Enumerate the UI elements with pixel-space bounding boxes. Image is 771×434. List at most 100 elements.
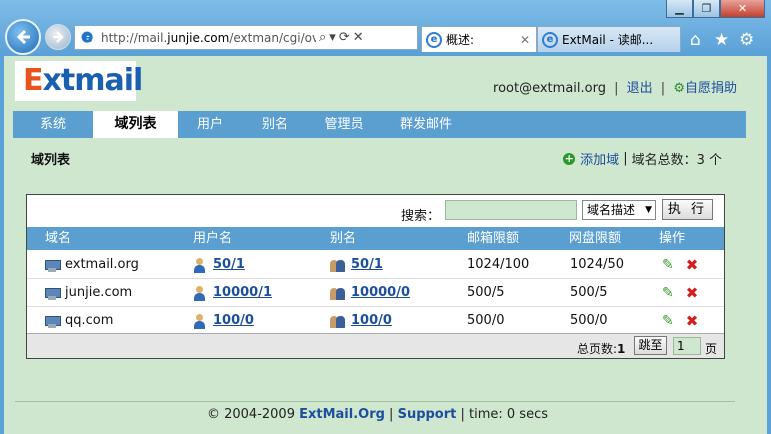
delete-icon[interactable]: ✖ (686, 307, 699, 335)
extmail-org-link[interactable]: ExtMail.Org (299, 407, 385, 422)
nav-domain-list[interactable]: 域列表 (93, 111, 178, 138)
donate-link[interactable]: 自愿捐助 (685, 81, 737, 96)
nav-bulk-mail[interactable]: 群发邮件 (380, 111, 472, 138)
search-execute-button[interactable]: 执 行 (662, 199, 713, 220)
search-row: 搜索： 域名描述 ▼ 执 行 (27, 195, 724, 227)
forward-button[interactable] (45, 24, 71, 50)
close-window-button[interactable]: ✕ (720, 0, 765, 18)
netdisk-quota-cell: 1024/50 (570, 257, 625, 272)
domain-table-panel: 搜索： 域名描述 ▼ 执 行 域名 用户名 别名 邮箱限额 网盘限额 操作 ext… (26, 194, 725, 359)
tab-label: 概述: (446, 33, 475, 47)
page-unit-label: 页 (705, 342, 718, 356)
tab-label: ExtMail - 读邮... (562, 33, 654, 47)
search-input[interactable] (445, 200, 577, 220)
window-controls: ▁ ❐ ✕ (666, 0, 765, 18)
domain-cell[interactable]: extmail.org (45, 251, 139, 279)
ie-tab-icon: e (542, 31, 558, 48)
page-number-input[interactable]: 1 (673, 337, 701, 355)
netdisk-quota-cell: 500/5 (570, 285, 608, 300)
tab-close-icon[interactable]: ✕ (520, 33, 530, 47)
extmail-logo[interactable]: Extmail (15, 61, 143, 101)
nav-users[interactable]: 用户 (178, 111, 242, 138)
aliases-cell: 100/0 (330, 307, 392, 335)
stop-icon[interactable]: ✕ (353, 30, 364, 45)
search-icon[interactable]: ⌕ (319, 30, 326, 45)
search-label: 搜索： (401, 209, 441, 224)
logo-initial: E (23, 63, 43, 98)
ie-page-icon: e (79, 28, 97, 47)
actions-cell: ✎ ✖ (662, 251, 698, 279)
minimize-button[interactable]: ▁ (666, 0, 693, 18)
col-users: 用户名 (193, 231, 233, 246)
page-content: Extmail root@extmail.org | 退出 | ⚙自愿捐助 系统… (4, 56, 767, 434)
table-row: junjie.com 10000/1 10000/0 500/5 500/5 ✎… (27, 279, 724, 307)
add-icon[interactable]: + (563, 152, 576, 165)
page-title: 域列表 (31, 153, 71, 168)
tools-icon[interactable]: ⚙ (739, 30, 754, 50)
delete-icon[interactable]: ✖ (686, 279, 699, 307)
user-icon (193, 257, 206, 273)
refresh-icon[interactable]: ⟳ (339, 30, 350, 45)
actions-cell: ✎ ✖ (662, 307, 698, 335)
section-actions: + 添加域 | 域名总数： 3 个 (563, 149, 722, 168)
mailbox-quota-cell: 1024/100 (467, 257, 530, 272)
users-link[interactable]: 100/0 (213, 307, 254, 335)
home-icon[interactable]: ⌂ (690, 30, 701, 50)
col-actions: 操作 (659, 231, 686, 246)
url-text[interactable]: http://mail.junjie.com/extman/cgi/overv (101, 31, 316, 45)
user-bar: root@extmail.org | 退出 | ⚙自愿捐助 (493, 81, 737, 96)
go-to-page-button[interactable]: 跳至 (634, 336, 667, 355)
back-arrow-icon (16, 29, 30, 45)
domain-icon (45, 259, 61, 272)
search-field-select[interactable]: 域名描述 ▼ (582, 200, 656, 220)
alias-icon (330, 286, 345, 300)
domain-cell[interactable]: junjie.com (45, 279, 132, 307)
edit-icon[interactable]: ✎ (662, 279, 674, 307)
address-bar[interactable]: e http://mail.junjie.com/extman/cgi/over… (74, 25, 418, 50)
aliases-link[interactable]: 100/0 (351, 307, 392, 335)
add-domain-link[interactable]: 添加域 (580, 149, 619, 168)
browser-tab-overview[interactable]: e 概述: ✕ (421, 26, 537, 52)
col-domain: 域名 (45, 231, 72, 246)
domain-cell[interactable]: qq.com (45, 307, 113, 335)
back-button[interactable] (5, 19, 41, 55)
aliases-link[interactable]: 50/1 (351, 251, 383, 279)
favorites-icon[interactable]: ★ (714, 30, 729, 50)
dropdown-icon[interactable]: ▾ (329, 30, 336, 45)
edit-icon[interactable]: ✎ (662, 251, 674, 279)
alias-icon (330, 314, 345, 328)
pagination-bar: 总页数:1 跳至 1 页 (27, 333, 724, 358)
support-link[interactable]: Support (398, 407, 457, 422)
footer-separator: | (384, 407, 398, 422)
delete-icon[interactable]: ✖ (686, 251, 699, 279)
domain-icon (45, 315, 61, 328)
domain-icon (45, 287, 61, 300)
ie-tab-icon: e (426, 31, 442, 48)
col-mailbox-quota: 邮箱限额 (467, 231, 520, 246)
copyright-text: © 2004-2009 (206, 407, 300, 422)
nav-aliases[interactable]: 别名 (242, 111, 308, 138)
mailbox-quota-cell: 500/5 (467, 285, 505, 300)
nav-system[interactable]: 系统 (13, 111, 93, 138)
users-link[interactable]: 50/1 (213, 251, 245, 279)
search-select-value: 域名描述 (587, 203, 636, 217)
aliases-cell: 10000/0 (330, 279, 410, 307)
maximize-button[interactable]: ❐ (693, 0, 720, 18)
aliases-cell: 50/1 (330, 251, 383, 279)
nav-admins[interactable]: 管理员 (308, 111, 380, 138)
user-icon (193, 313, 206, 329)
logout-link[interactable]: 退出 (627, 81, 653, 96)
aliases-link[interactable]: 10000/0 (351, 279, 410, 307)
user-email: root@extmail.org (493, 81, 606, 96)
edit-icon[interactable]: ✎ (662, 307, 674, 335)
forward-arrow-icon (53, 31, 64, 43)
browser-tab-extmail[interactable]: e ExtMail - 读邮... (537, 26, 681, 52)
users-link[interactable]: 10000/1 (213, 279, 272, 307)
main-nav: 系统 域列表 用户 别名 管理员 群发邮件 (13, 111, 746, 138)
netdisk-quota-cell: 500/0 (570, 313, 608, 328)
browser-chrome: ▁ ❐ ✕ e http://mail.junjie.com/extman/cg… (0, 0, 771, 56)
users-cell: 100/0 (193, 307, 254, 335)
table-row: extmail.org 50/1 50/1 1024/100 1024/50 ✎… (27, 251, 724, 279)
domain-total-label: 域名总数： (631, 153, 697, 168)
users-cell: 10000/1 (193, 279, 272, 307)
